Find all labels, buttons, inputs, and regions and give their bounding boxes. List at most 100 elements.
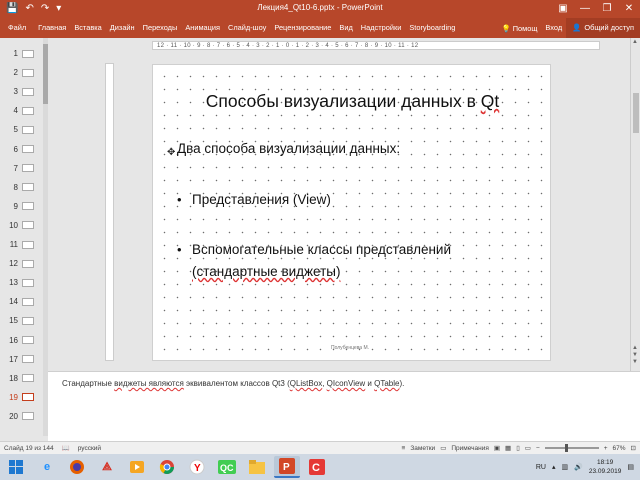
slide-thumbnail[interactable]: 16	[0, 331, 48, 350]
show-hidden-icons-icon[interactable]: ▴	[552, 463, 556, 471]
tab-design[interactable]: Дизайн	[106, 18, 139, 38]
slide-thumbnail[interactable]: 5	[0, 120, 48, 139]
powerpoint-icon[interactable]: P	[274, 456, 300, 478]
slide-thumbnail-preview[interactable]	[22, 316, 34, 325]
spellcheck-icon[interactable]: 📖	[58, 444, 74, 452]
slide-thumbnail[interactable]: 3	[0, 82, 48, 101]
slide-thumbnail-preview[interactable]	[22, 202, 34, 211]
input-language[interactable]: RU	[536, 464, 546, 471]
slide-thumbnail-preview[interactable]	[22, 145, 34, 153]
slide-thumbnail-preview[interactable]	[22, 393, 34, 402]
slide-thumbnail-preview[interactable]	[22, 374, 34, 383]
language-indicator[interactable]: русский	[74, 445, 105, 452]
zoom-level[interactable]: 67%	[613, 445, 626, 452]
slide-thumbnail-preview[interactable]	[22, 87, 34, 96]
clock[interactable]: 18:19 23.09.2019	[589, 458, 622, 476]
zoom-in-icon[interactable]: +	[604, 445, 608, 452]
slide-thumbnail[interactable]: 12	[0, 254, 48, 273]
internet-explorer-icon[interactable]: e	[34, 456, 60, 478]
notes-toggle-button[interactable]: Заметки	[410, 445, 435, 452]
tab-home[interactable]: Главная	[34, 18, 70, 38]
tab-animations[interactable]: Анимация	[181, 18, 224, 38]
slide-thumbnail[interactable]: 7	[0, 159, 48, 178]
scroll-up-arrow-icon[interactable]: ▲	[632, 39, 638, 45]
fit-to-window-icon[interactable]: ⊡	[631, 444, 636, 452]
tab-slideshow[interactable]: Слайд-шоу	[224, 18, 270, 38]
slide-thumbnail-preview[interactable]	[22, 68, 34, 77]
volume-icon[interactable]: 🔊	[574, 463, 583, 471]
chrome-icon[interactable]	[154, 456, 180, 478]
slide-thumbnail[interactable]: 20	[0, 407, 48, 426]
sign-in-link[interactable]: Вход	[541, 18, 566, 38]
slide-canvas[interactable]: Способы визуализации данных в Qt ✥ Два с…	[152, 64, 551, 361]
tell-me-box[interactable]: 💡 Помощ	[498, 24, 542, 33]
slide-thumbnail-preview[interactable]	[22, 355, 34, 364]
ribbon-display-options-icon[interactable]: ▣	[552, 0, 574, 18]
slide-thumbnail[interactable]: 13	[0, 273, 48, 292]
slide-thumbnail-preview[interactable]	[22, 278, 34, 287]
normal-view-icon[interactable]: ▣	[494, 444, 500, 452]
slide-title[interactable]: Способы визуализации данных в Qt	[153, 91, 552, 112]
slide-thumbnail-preview[interactable]	[22, 297, 34, 306]
slide-thumbnail[interactable]: 18	[0, 369, 48, 388]
slide-thumbnail[interactable]: 1	[0, 44, 48, 63]
pdf-reader-icon[interactable]: ⟁	[94, 456, 120, 478]
tab-review[interactable]: Рецензирование	[270, 18, 335, 38]
tab-storyboarding[interactable]: Storyboarding	[405, 18, 459, 38]
tab-view[interactable]: Вид	[335, 18, 356, 38]
minimize-button[interactable]: —	[574, 0, 596, 18]
slide-intro-text[interactable]: Два способа визуализации данных:	[177, 141, 400, 156]
tab-transitions[interactable]: Переходы	[139, 18, 182, 38]
bullet-item-views[interactable]: Представления (View)	[192, 192, 331, 207]
notification-center-icon[interactable]: ▤	[627, 463, 634, 471]
zoom-slider-knob[interactable]	[564, 444, 568, 452]
slide-thumbnail-preview[interactable]	[22, 125, 34, 134]
slide-thumbnail-preview[interactable]	[22, 259, 34, 268]
share-button[interactable]: 👤 Общий доступ	[566, 18, 640, 38]
scroll-down-arrows-icon[interactable]: ▲ ▼ ▼	[632, 345, 638, 366]
slide-thumbnail-preview[interactable]	[22, 183, 34, 192]
slide-thumbnail-pane[interactable]: 1 2 3 4 5 6 7 8 9 10 11 12 13 14 15 16 17 18 19 20	[0, 38, 48, 436]
slide-thumbnail-preview[interactable]	[22, 412, 34, 421]
zoom-out-icon[interactable]: −	[536, 445, 540, 452]
start-button[interactable]	[0, 454, 32, 480]
slide-thumbnail[interactable]: 4	[0, 101, 48, 120]
slide-thumbnail[interactable]: 19	[0, 388, 48, 407]
close-button[interactable]: ✕	[618, 0, 640, 18]
slide-thumbnail[interactable]: 10	[0, 216, 48, 235]
slide-thumbnail-preview[interactable]	[22, 106, 34, 115]
slide-thumbnail-preview[interactable]	[22, 164, 34, 173]
tab-file[interactable]: Файл	[0, 18, 34, 38]
slide-thumbnail[interactable]: 6	[0, 140, 48, 159]
bullet-item-helper-classes[interactable]: Вспомогательные классы представлений	[192, 242, 451, 257]
media-player-icon[interactable]	[124, 456, 150, 478]
slide-thumbnail-preview[interactable]	[22, 49, 34, 58]
bullet-item-widgets[interactable]: (стандартные виджеты)	[192, 264, 341, 279]
slide-thumbnail-preview[interactable]	[22, 240, 34, 249]
notes-pane[interactable]: Стандартные виджеты являются эквиваленто…	[48, 371, 640, 441]
reading-view-icon[interactable]: ▯	[516, 444, 520, 452]
screen-recorder-icon[interactable]: C	[304, 456, 330, 478]
scrollbar-thumb[interactable]	[633, 93, 639, 133]
firefox-icon[interactable]	[64, 456, 90, 478]
slide-thumbnail[interactable]: 8	[0, 178, 48, 197]
slide-sorter-icon[interactable]: ▦	[505, 444, 511, 452]
zoom-slider[interactable]	[544, 444, 599, 452]
file-explorer-icon[interactable]	[244, 456, 270, 478]
slide-thumbnail-preview[interactable]	[22, 221, 34, 230]
slide-thumbnail[interactable]: 14	[0, 292, 48, 311]
slide-thumbnail[interactable]: 2	[0, 63, 48, 82]
slide-thumbnail[interactable]: 11	[0, 235, 48, 254]
restore-button[interactable]: ❐	[596, 0, 618, 18]
slide-thumbnail[interactable]: 9	[0, 197, 48, 216]
slide-thumbnail-preview[interactable]	[22, 336, 34, 344]
network-icon[interactable]: ▥	[561, 463, 568, 471]
comments-toggle-button[interactable]: Примечания	[451, 445, 489, 452]
tab-insert[interactable]: Вставка	[70, 18, 105, 38]
slide-thumbnail[interactable]: 17	[0, 350, 48, 369]
qt-creator-icon[interactable]: QC	[214, 456, 240, 478]
editor-scrollbar[interactable]: ▲ ▲ ▼ ▼	[630, 38, 640, 371]
slide-thumbnail[interactable]: 15	[0, 311, 48, 330]
tab-addins[interactable]: Надстройки	[357, 18, 406, 38]
yandex-browser-icon[interactable]: Y	[184, 456, 210, 478]
